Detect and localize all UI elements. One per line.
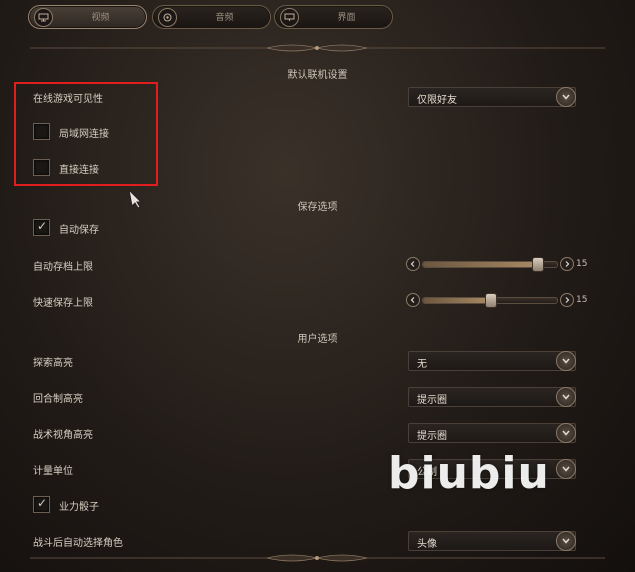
tab-audio-label: 音频 xyxy=(215,13,234,23)
chevron-down-icon[interactable] xyxy=(556,387,576,407)
slider-track[interactable] xyxy=(422,293,558,308)
watermark: biubiu xyxy=(388,448,550,499)
autosave-limit-slider[interactable] xyxy=(406,257,574,272)
screen-icon xyxy=(280,8,299,27)
chevron-right-icon[interactable] xyxy=(560,293,574,307)
search-highlight-label: 探索高亮 xyxy=(33,358,73,369)
chevron-down-icon[interactable] xyxy=(556,87,576,107)
chevron-right-icon[interactable] xyxy=(560,257,574,271)
search-highlight-value: 无 xyxy=(417,359,427,370)
autosave-checkbox[interactable]: ✓ xyxy=(33,219,50,236)
slider-thumb[interactable] xyxy=(485,293,497,308)
visibility-dropdown[interactable]: 仅限好友 xyxy=(408,87,576,107)
ornament-divider xyxy=(30,554,605,562)
quicksave-limit-label: 快速保存上限 xyxy=(33,298,93,309)
tab-interface[interactable]: 界面 xyxy=(274,5,393,29)
slider-fill xyxy=(423,262,537,267)
tab-video[interactable]: 视频 xyxy=(28,5,147,29)
checkmark-icon: ✓ xyxy=(37,496,48,510)
tab-audio[interactable]: 音频 xyxy=(152,5,271,29)
tab-interface-label: 界面 xyxy=(337,13,356,23)
auto-select-dropdown[interactable]: 头像 xyxy=(408,531,576,551)
visibility-value: 仅限好友 xyxy=(417,95,457,106)
quicksave-limit-slider[interactable] xyxy=(406,293,574,308)
tab-video-label: 视频 xyxy=(91,13,110,23)
autosave-limit-label: 自动存档上限 xyxy=(33,262,93,273)
section-title-user: 用户选项 xyxy=(297,334,338,345)
karmic-dice-checkbox[interactable]: ✓ xyxy=(33,496,50,513)
checkmark-icon: ✓ xyxy=(37,219,48,233)
chevron-down-icon[interactable] xyxy=(556,531,576,551)
slider-fill xyxy=(423,298,490,303)
chevron-down-icon[interactable] xyxy=(556,459,576,479)
settings-tab-bar: 视频 音频 界面 xyxy=(0,0,635,32)
search-highlight-dropdown[interactable]: 无 xyxy=(408,351,576,371)
tactical-highlight-label: 战术视角高亮 xyxy=(33,430,93,441)
auto-select-value: 头像 xyxy=(417,539,437,550)
ornament-divider xyxy=(30,44,605,52)
tactical-highlight-value: 提示圈 xyxy=(417,431,447,442)
turn-highlight-label: 回合制高亮 xyxy=(33,394,83,405)
chevron-left-icon[interactable] xyxy=(406,257,420,271)
auto-select-label: 战斗后自动选择角色 xyxy=(33,538,123,549)
section-title-save: 保存选项 xyxy=(297,202,338,213)
autosave-label: 自动保存 xyxy=(59,225,99,236)
quicksave-limit-value: 15 xyxy=(576,295,588,305)
units-label: 计量单位 xyxy=(33,466,73,477)
slider-thumb[interactable] xyxy=(531,257,544,272)
karmic-dice-label: 业力骰子 xyxy=(59,502,99,513)
tactical-highlight-dropdown[interactable]: 提示圈 xyxy=(408,423,576,443)
turn-highlight-value: 提示圈 xyxy=(417,395,447,406)
turn-highlight-dropdown[interactable]: 提示圈 xyxy=(408,387,576,407)
slider-track[interactable] xyxy=(422,257,558,272)
chevron-down-icon[interactable] xyxy=(556,351,576,371)
autosave-limit-value: 15 xyxy=(576,259,588,269)
section-title-online: 默认联机设置 xyxy=(287,70,348,81)
chevron-down-icon[interactable] xyxy=(556,423,576,443)
monitor-icon xyxy=(34,8,53,27)
chevron-left-icon[interactable] xyxy=(406,293,420,307)
speaker-icon xyxy=(158,8,177,27)
red-highlight-box xyxy=(14,82,158,186)
